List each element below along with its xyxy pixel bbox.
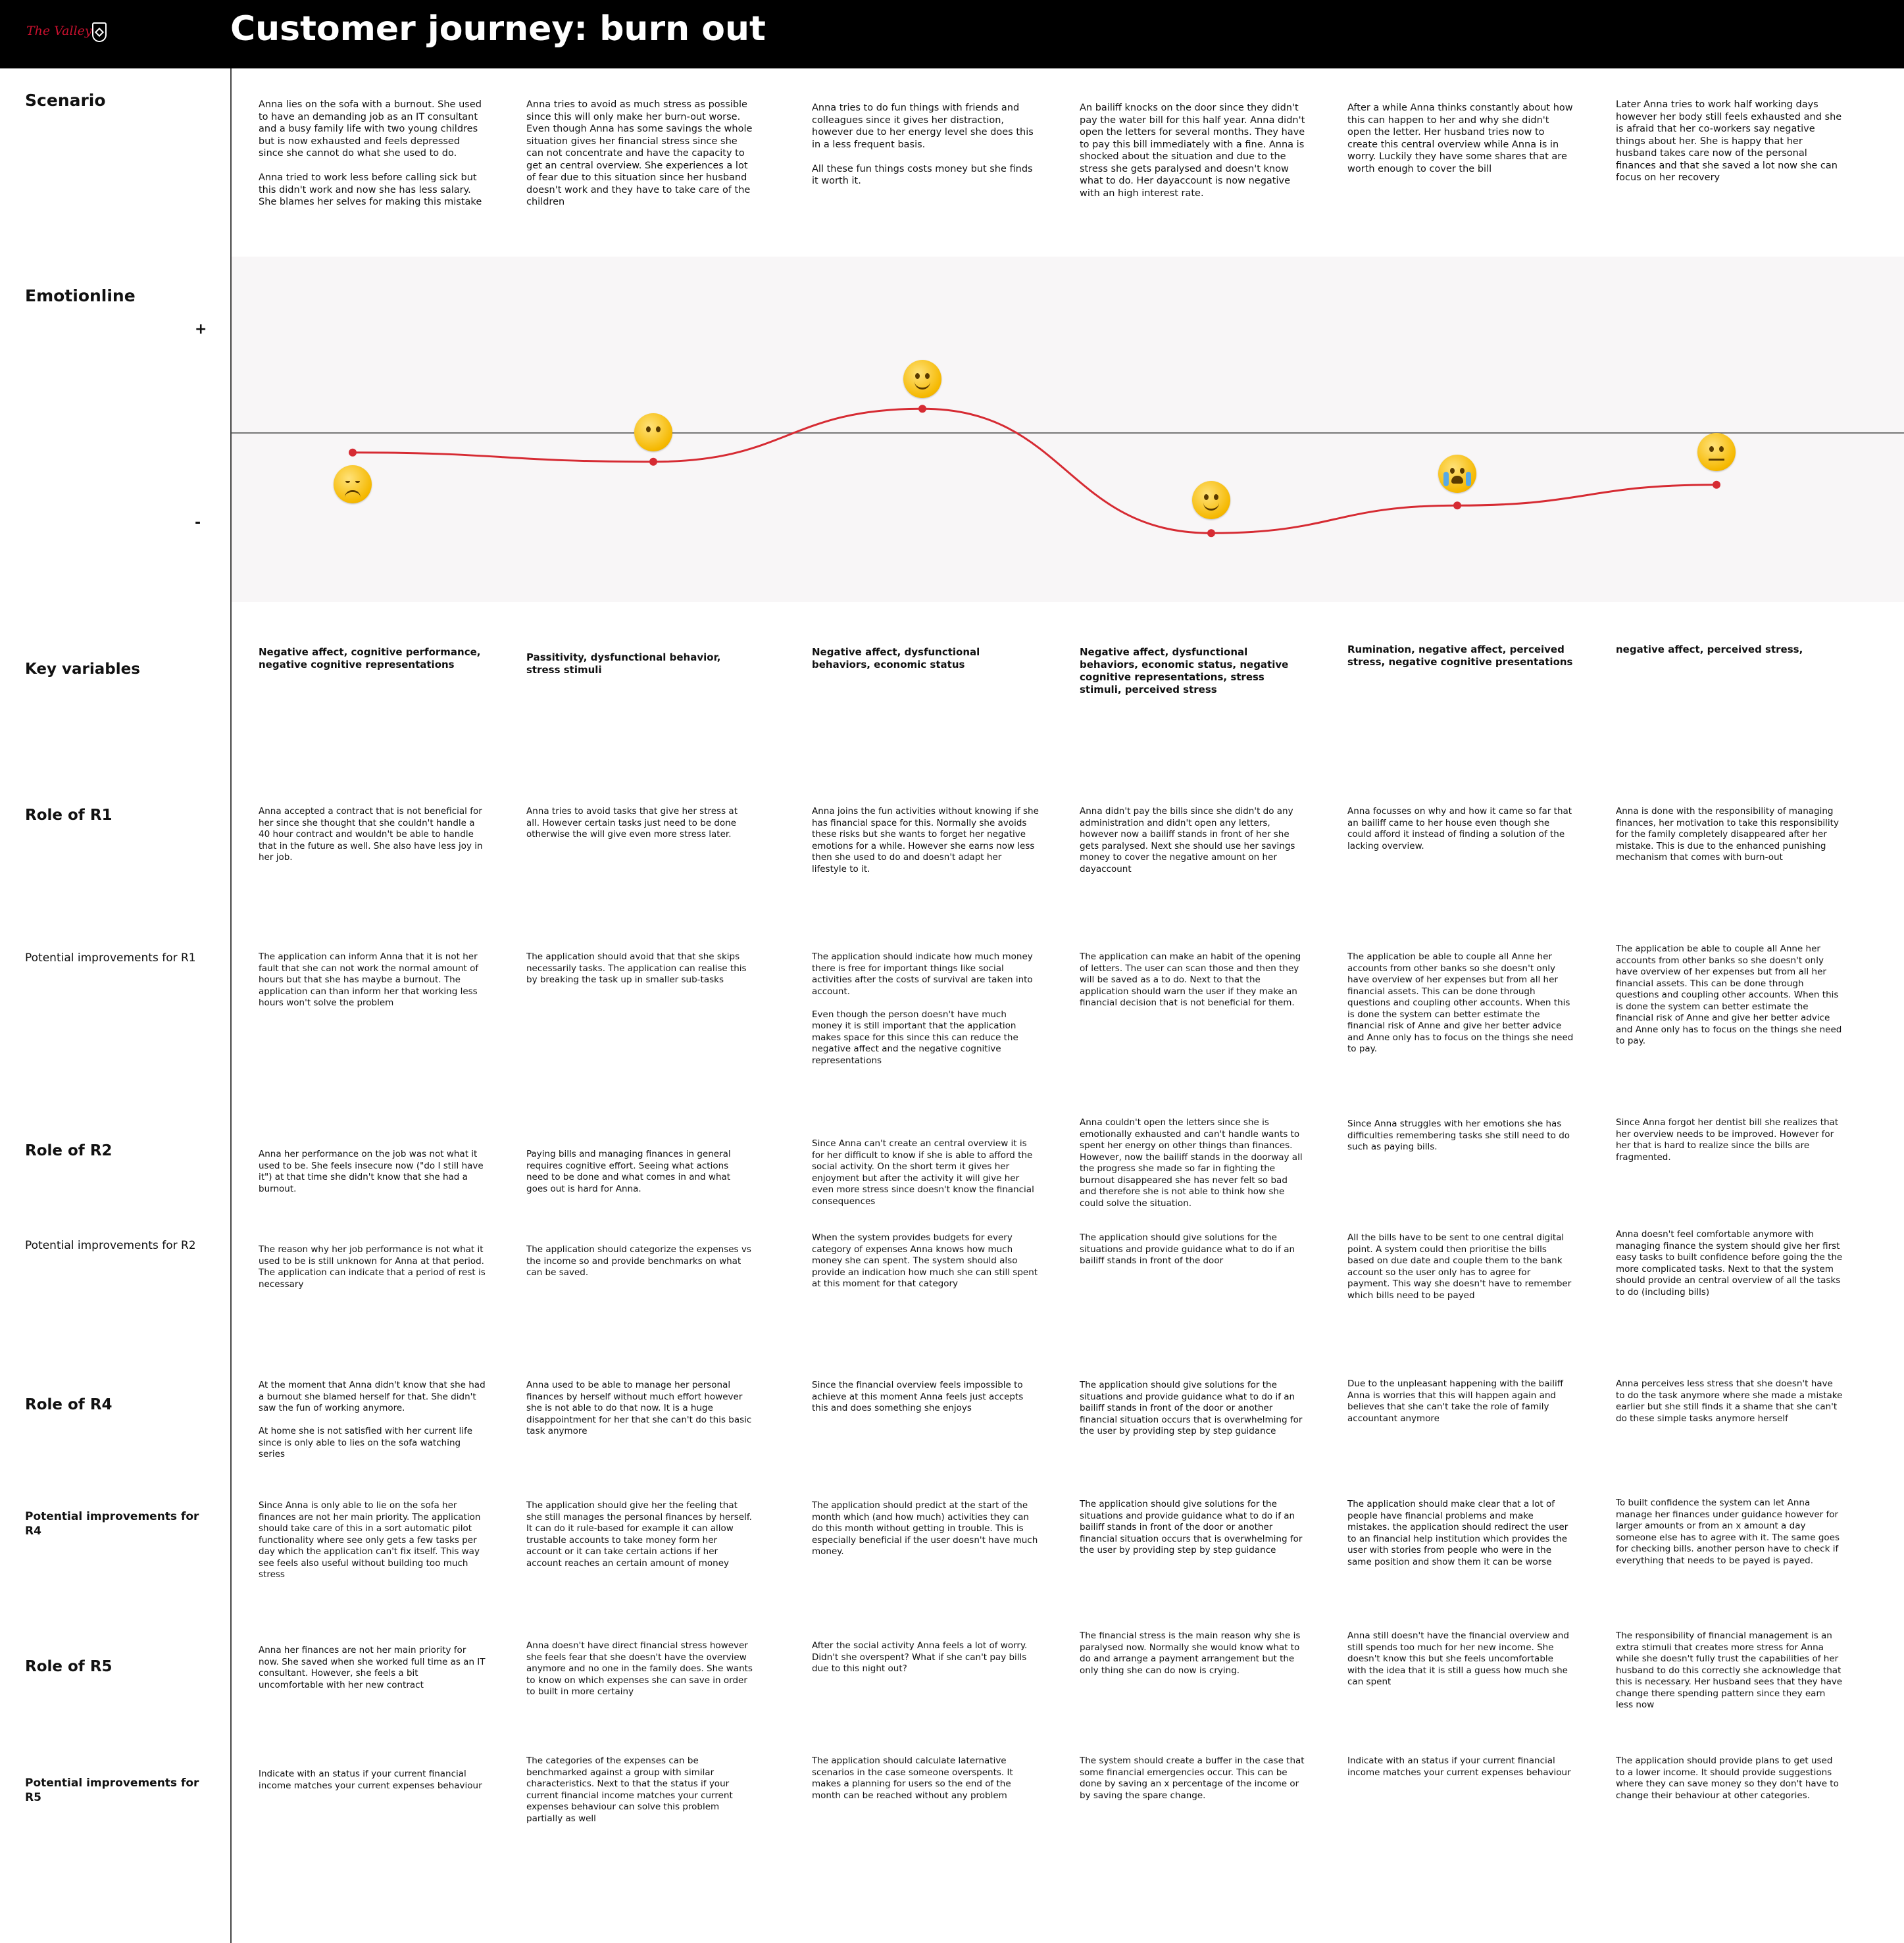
improvements-r1-cell: The application be able to couple all An… [1347,951,1574,1054]
brand-logo: The Valley [26,24,92,38]
header-bar: The Valley Customer journey: burn out [0,0,1904,68]
scenario-cell: Later Anna tries to work half working da… [1616,99,1842,183]
role-r4-cell: Since the financial overview feels impos… [812,1380,1024,1413]
emotionline-point [649,457,657,466]
role-r5-cell: The responsibility of financial manageme… [1616,1630,1843,1710]
improvements-r2-cell: All the bills have to be sent to one cen… [1347,1232,1572,1301]
row-label-improvements-r1: Potential improvements for R1 [25,951,196,965]
role-r5-cell: The financial stress is the main reason … [1080,1630,1301,1676]
role-r5-cell: After the social activity Anna feels a l… [812,1640,1028,1674]
improvements-r5-cell: The application should calculate laterna… [812,1755,1013,1801]
improvements-r1-cell: The application should indicate how much… [812,951,1033,1066]
role-r2-cell: Anna couldn't open the letters since she… [1080,1117,1303,1209]
key-variables-cell: negative affect, perceived stress, [1616,643,1803,655]
emotionline-point [918,405,926,413]
role-r1-cell: Anna accepted a contract that is not ben… [259,806,483,863]
row-label-role-r2: Role of R2 [25,1142,113,1159]
scenario-cell: Anna lies on the sofa with a burnout. Sh… [259,99,482,207]
key-variables-cell: Passitivity, dysfunctional behavior, str… [526,651,721,676]
emotionline-point [1713,480,1720,489]
improvements-r2-cell: The application should give solutions fo… [1080,1232,1295,1266]
row-label-emotionline: Emotionline [25,286,136,305]
improvements-r4-cell: To built confidence the system can let A… [1616,1498,1840,1566]
emotionline-point [1207,529,1215,538]
neutral-face-icon [1697,432,1736,471]
role-r2-cell: Paying bills and managing finances in ge… [526,1149,731,1194]
improvements-r5-cell: The system should create a buffer in the… [1080,1755,1305,1801]
slightly-smiling-face-icon [1192,481,1230,520]
role-r2-cell: Since Anna forgot her dentist bill she r… [1616,1117,1839,1163]
scenario-cell: Anna tries to do fun things with friends… [812,103,1034,186]
improvements-r4-cell: The application should predict at the st… [812,1500,1038,1557]
improvements-r5-cell: Indicate with an status if your current … [259,1769,482,1791]
role-r1-cell: Anna is done with the responsibility of … [1616,806,1839,863]
improvements-r2-cell: The application should categorize the ex… [526,1244,751,1278]
role-r4-cell: The application should give solutions fo… [1080,1380,1303,1436]
role-r1-cell: Anna joins the fun activities without kn… [812,806,1039,874]
role-r4-cell: Due to the unpleasant happening with the… [1347,1378,1564,1424]
role-r4-cell: Anna used to be able to manage her perso… [526,1380,752,1436]
improvements-r5-cell: The categories of the expenses can be be… [526,1755,733,1824]
emotionline-point [1453,501,1461,510]
pensive-face-icon [334,465,372,503]
role-r4-cell: Anna perceives less stress that she does… [1616,1378,1843,1424]
role-r1-cell: Anna didn't pay the bills since she didn… [1080,806,1295,874]
row-label-key-variables: Key variables [25,661,140,678]
role-r1-cell: Anna tries to avoid tasks that give her … [526,806,738,840]
role-r5-cell: Anna still doesn't have the financial ov… [1347,1630,1569,1687]
row-label-improvements-r5: Potential improvements for R5 [25,1777,199,1804]
improvements-r1-cell: The application be able to couple all An… [1616,944,1842,1046]
improvements-r1-cell: The application should avoid that that s… [526,951,747,985]
role-r1-cell: Anna focusses on why and how it came so … [1347,806,1572,851]
improvements-r1-cell: The application can make an habit of the… [1080,951,1301,1008]
role-r2-cell: Since Anna can't create an central overv… [812,1138,1034,1207]
improvements-r4-cell: Since Anna is only able to lie on the so… [259,1500,481,1580]
improvements-r5-cell: Indicate with an status if your current … [1347,1755,1571,1778]
row-label-role-r5: Role of R5 [25,1658,113,1675]
role-r5-cell: Anna her finances are not her main prior… [259,1645,486,1690]
axis-plus-label: + [195,321,207,338]
row-label-improvements-r2: Potential improvements for R2 [25,1239,196,1252]
emotionline-path [352,407,1717,534]
page-title: Customer journey: burn out [230,9,766,49]
improvements-r5-cell: The application should provide plans to … [1616,1755,1839,1801]
role-r2-cell: Anna her performance on the job was not … [259,1149,484,1194]
scenario-cell: After a while Anna thinks constantly abo… [1347,103,1573,174]
emotionline-chart [232,405,1904,538]
crest-icon [92,22,107,42]
emotionline-point [349,448,357,457]
key-variables-cell: Rumination, negative affect, perceived s… [1347,643,1573,668]
crying-face-icon [1438,455,1476,493]
improvements-r4-cell: The application should give her the feel… [526,1500,752,1569]
row-label-scenario: Scenario [25,91,106,110]
key-variables-cell: Negative affect, dysfunctional behaviors… [1080,646,1289,695]
improvements-r2-cell: The reason why her job performance is no… [259,1244,486,1290]
scenario-cell: Anna tries to avoid as much stress as po… [526,99,753,207]
improvements-r4-cell: The application should make clear that a… [1347,1499,1568,1567]
row-label-improvements-r4: Potential improvements for R4 [25,1510,199,1538]
key-variables-cell: Negative affect, cognitive performance, … [259,646,481,670]
improvements-r2-cell: When the system provides budgets for eve… [812,1232,1038,1289]
improvements-r4-cell: The application should give solutions fo… [1080,1499,1303,1555]
improvements-r2-cell: Anna doesn't feel comfortable anymore wi… [1616,1229,1843,1298]
axis-minus-label: - [195,515,201,531]
role-r2-cell: Since Anna struggles with her emotions s… [1347,1119,1570,1152]
slightly-smiling-face-icon [903,360,941,399]
row-label-role-r1: Role of R1 [25,807,113,824]
row-label-role-r4: Role of R4 [25,1396,113,1413]
role-r5-cell: Anna doesn't have direct financial stres… [526,1640,753,1697]
scenario-cell: An bailiff knocks on the door since they… [1080,103,1305,199]
role-r4-cell: At the moment that Anna didn't know that… [259,1380,486,1459]
key-variables-cell: Negative affect, dysfunctional behaviors… [812,646,980,670]
hushed-face-icon [634,413,672,451]
improvements-r1-cell: The application can inform Anna that it … [259,951,479,1008]
